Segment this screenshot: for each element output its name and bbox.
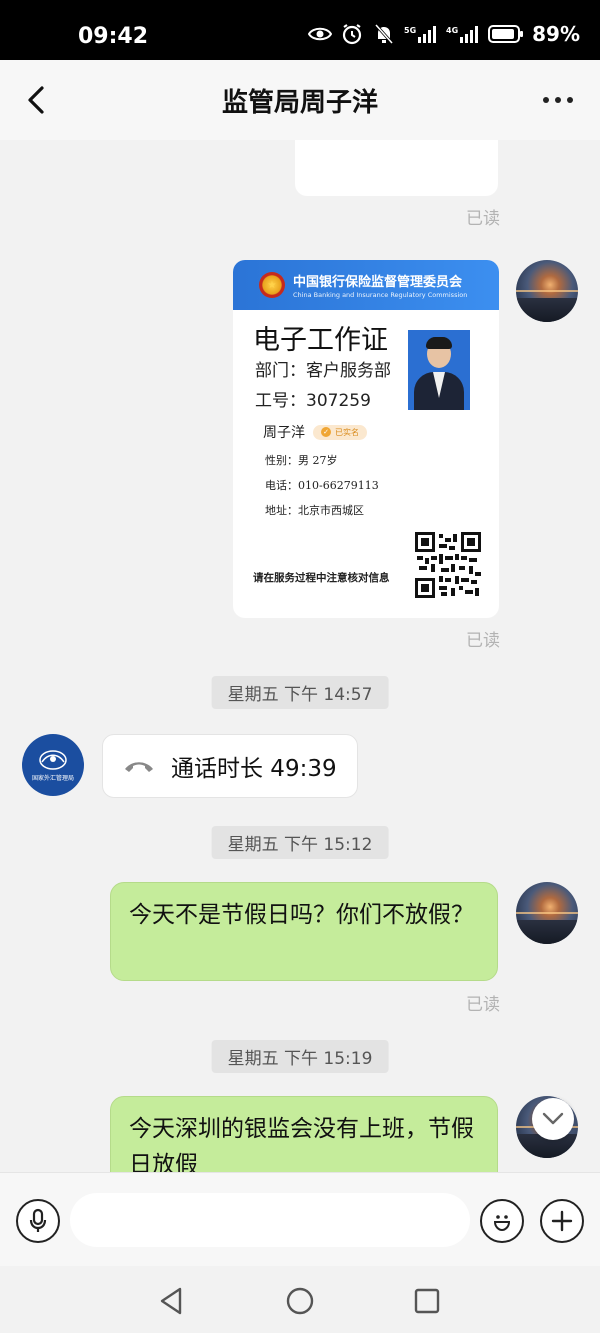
read-receipt: 已读 [466, 631, 500, 651]
more-options-button[interactable] [536, 82, 580, 118]
sent-message-bubble[interactable]: 今天不是节假日吗？你们不放假？ [110, 882, 498, 981]
signal-4g-icon: 4G [446, 22, 480, 46]
id-card-name: 周子洋 [263, 425, 305, 441]
message-list[interactable]: 已读 ★ 中国银行保险监督管理委员会 China Banking and Ins… [0, 140, 600, 1172]
battery-percent: 89% [532, 22, 580, 46]
nav-recents-button[interactable] [410, 1284, 444, 1318]
message-text: 今天深圳的银监会没有上班，节假日放假 [129, 1116, 474, 1172]
message-bubble-partial[interactable] [295, 140, 498, 196]
read-receipt: 已读 [466, 209, 500, 229]
mute-bell-icon [372, 22, 396, 46]
id-card-note: 请在服务过程中注意核对信息 [253, 572, 390, 584]
chevron-down-icon [542, 1112, 564, 1125]
signal-5g-icon: 5G [404, 22, 438, 46]
input-bar [0, 1172, 600, 1266]
agency-logo-text: 国家外汇管理局 [31, 774, 74, 782]
id-card-photo [408, 330, 470, 410]
avatar-user[interactable] [516, 882, 578, 944]
chat-screen: 09:42 5G 4G 89% 监管局周子洋 已读 ★ 中国银行保险监督管理委员… [0, 0, 600, 1333]
system-nav-bar [0, 1266, 600, 1333]
sent-message-bubble[interactable]: 今天深圳的银监会没有上班，节假日放假 [110, 1096, 498, 1172]
eye-icon [308, 22, 333, 46]
agency-logo-icon [39, 749, 67, 770]
id-card-title: 电子工作证 [253, 325, 388, 356]
nav-home-button[interactable] [283, 1284, 317, 1318]
square-recents-icon [414, 1288, 440, 1314]
message-text: 今天不是节假日吗？你们不放假？ [129, 902, 474, 928]
phone-hangup-icon [125, 762, 153, 772]
id-card-header: ★ 中国银行保险监督管理委员会 China Banking and Insura… [233, 260, 499, 310]
chat-title: 监管局周子洋 [221, 88, 378, 118]
status-bar: 09:42 5G 4G 89% [0, 0, 600, 60]
emoji-icon [493, 1215, 511, 1232]
status-icons: 5G 4G 89% [308, 22, 580, 46]
nav-back-button[interactable] [154, 1284, 188, 1318]
emoji-button[interactable] [480, 1199, 524, 1243]
voice-input-button[interactable] [16, 1199, 60, 1243]
triangle-back-icon [160, 1287, 182, 1315]
avatar-user[interactable] [516, 260, 578, 322]
id-card-image-message[interactable]: ★ 中国银行保险监督管理委员会 China Banking and Insura… [233, 260, 499, 618]
check-icon: ✓ [321, 427, 331, 437]
circle-home-icon [286, 1287, 314, 1315]
message-input[interactable] [70, 1193, 470, 1247]
call-record-bubble[interactable]: 通话时长 49:39 [102, 734, 358, 798]
timestamp-chip: 星期五 下午 14:57 [211, 676, 389, 709]
battery-icon [488, 22, 524, 46]
timestamp-chip: 星期五 下午 15:12 [211, 826, 389, 859]
id-card-org-en: China Banking and Insurance Regulatory C… [293, 291, 468, 299]
timestamp-chip: 星期五 下午 15:19 [211, 1040, 389, 1073]
id-card-gender-age: 性别：男 27岁 [265, 454, 338, 467]
scroll-to-bottom-button[interactable] [532, 1098, 574, 1140]
call-duration: 通话时长 49:39 [171, 756, 337, 782]
id-card-address: 地址：北京市西城区 [265, 504, 364, 517]
id-card-org: 中国银行保险监督管理委员会 [293, 275, 463, 290]
microphone-icon [29, 1208, 47, 1232]
svg-text:4G: 4G [446, 26, 458, 35]
alarm-icon [340, 22, 364, 46]
qr-code-icon [415, 532, 481, 598]
svg-text:5G: 5G [404, 26, 416, 35]
more-dots-icon [543, 97, 549, 103]
verified-badge: ✓ 已实名 [313, 424, 367, 440]
id-card-staff-no: 工号：307259 [255, 391, 371, 411]
national-emblem-icon: ★ [259, 272, 285, 298]
chat-header: 监管局周子洋 [0, 60, 600, 140]
more-actions-button[interactable] [540, 1199, 584, 1243]
avatar-agency[interactable]: 国家外汇管理局 [22, 734, 84, 796]
id-card-dept: 部门：客户服务部 [255, 361, 391, 381]
id-card-phone: 电话：010-66279113 [265, 479, 379, 492]
read-receipt: 已读 [466, 995, 500, 1015]
status-time: 09:42 [78, 24, 149, 49]
plus-icon [551, 1210, 573, 1232]
id-card-name-row: 周子洋 ✓ 已实名 [263, 422, 367, 442]
